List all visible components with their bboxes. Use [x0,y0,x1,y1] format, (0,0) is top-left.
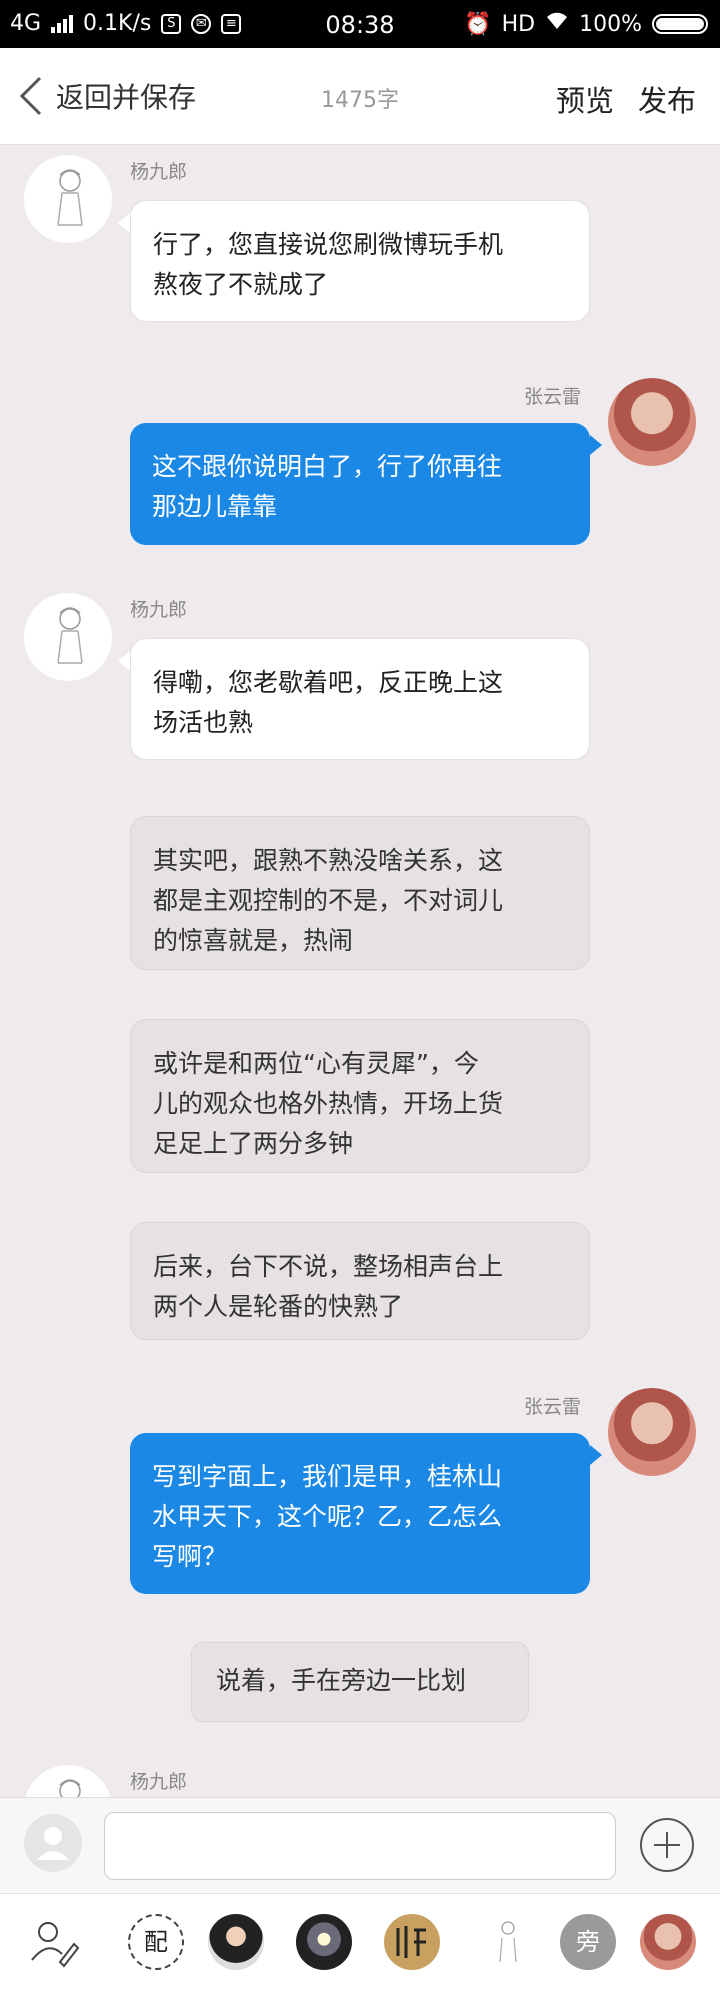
aside-line: 其实吧，跟熟不熟没啥关系，这 [153,846,504,875]
add-plus-icon[interactable] [640,1818,694,1872]
role-bar: 配 旁 [0,1893,720,1993]
message-input[interactable] [104,1812,616,1880]
aside-line: 后来，台下不说，整场相声台上 [153,1252,504,1281]
message-line: 熬夜了不就成了 [153,270,329,299]
role-avatar-sketch[interactable] [478,1914,534,1970]
preview-button[interactable]: 预览 [556,78,614,120]
message-bubble[interactable]: 写到字面上，我们是甲，桂林山 水甲天下，这个呢？乙，乙怎么 写啊？ [130,1433,590,1594]
sketch-figure-icon [57,169,83,226]
bubble-tail [118,651,130,671]
message-bubble[interactable]: 得嘞，您老歇着吧，反正晚上这 场活也熟 [130,638,590,760]
avatar-yang[interactable] [24,1765,112,1797]
message-line: 写啊？ [152,1542,228,1571]
message-bubble[interactable]: 行了，您直接说您刷微博玩手机 熬夜了不就成了 [130,200,590,322]
speaker-name: 杨九郎 [130,161,188,183]
battery-icon [652,14,708,34]
role-avatar[interactable] [640,1914,696,1970]
aside-bubble[interactable]: 后来，台下不说，整场相声台上 两个人是轮番的快熟了 [130,1222,590,1340]
message-line: 水甲天下，这个呢？乙，乙怎么 [152,1502,503,1531]
aside-bubble[interactable]: 或许是和两位“心有灵犀”，今 儿的观众也格外热情，开场上货 足足上了两分多钟 [130,1019,590,1173]
publish-button[interactable]: 发布 [638,78,696,120]
avatar-zhang[interactable] [608,1388,696,1476]
message-line: 这不跟你说明白了，行了你再往 [152,452,503,481]
avatar-yang[interactable] [24,593,112,681]
aside-line: 足足上了两分多钟 [153,1129,354,1158]
pang-label: 旁 [576,1928,600,1956]
bubble-tail [590,435,602,455]
chat-area[interactable]: 杨九郎 行了，您直接说您刷微博玩手机 熬夜了不就成了 张云雷 这不跟你说明白了，… [0,145,720,1797]
aside-line: 儿的观众也格外热情，开场上货 [153,1089,504,1118]
bubble-tail [590,1445,602,1465]
alarm-icon: ⏰ [464,11,492,37]
battery-percent: 100% [579,11,642,37]
message-line: 场活也熟 [153,708,254,737]
speaker-name: 张云雷 [524,1396,582,1418]
nav-actions: 预览 发布 [556,78,696,120]
speaker-name: 杨九郎 [130,599,188,621]
sketch-figure-icon [57,607,83,664]
speaker-name: 杨九郎 [130,1771,188,1793]
narrator-role-button[interactable]: 旁 [560,1914,616,1970]
pei-label: 配 [144,1928,168,1956]
message-line: 那边儿靠靠 [152,492,278,521]
aside-bubble[interactable]: 其实吧，跟熟不熟没啥关系，这 都是主观控制的不是，不对词儿 的惊喜就是，热闹 [130,816,590,970]
role-avatar[interactable] [208,1914,264,1970]
wifi-icon [545,11,569,37]
status-bar: 4G 0.1K/s S ✉ ≡ 08:38 ⏰ HD 100% [0,0,720,48]
message-line: 写到字面上，我们是甲，桂林山 [152,1462,503,1491]
message-bubble[interactable]: 这不跟你说明白了，行了你再往 那边儿靠靠 [130,423,590,545]
message-line: 行了，您直接说您刷微博玩手机 [153,230,504,259]
aside-line: 或许是和两位“心有灵犀”，今 [153,1049,479,1078]
aside-line: 都是主观控制的不是，不对词儿 [153,886,504,915]
status-right: ⏰ HD 100% [464,11,708,37]
hd-label: HD [501,11,536,37]
avatar-yang[interactable] [24,155,112,243]
add-supporting-role-button[interactable]: 配 [128,1914,184,1970]
message-line: 得嘞，您老歇着吧，反正晚上这 [153,668,504,697]
role-avatar[interactable] [296,1914,352,1970]
aside-line: 两个人是轮番的快熟了 [153,1292,404,1321]
role-avatar[interactable] [384,1914,440,1970]
bubble-tail [118,213,130,233]
aside-line: 的惊喜就是，热闹 [153,926,354,955]
avatar-zhang[interactable] [608,378,696,466]
user-avatar-icon[interactable] [24,1814,82,1872]
speaker-name: 张云雷 [524,386,582,408]
narration-text: 说着，手在旁边一比划 [216,1666,467,1695]
narration-bubble[interactable]: 说着，手在旁边一比划 [191,1642,529,1722]
input-bar [0,1797,720,1894]
edit-role-icon[interactable] [26,1914,82,1970]
sketch-figure-icon [59,1779,81,1797]
nav-bar: 返回并保存 1475字 预览 发布 [0,48,720,145]
